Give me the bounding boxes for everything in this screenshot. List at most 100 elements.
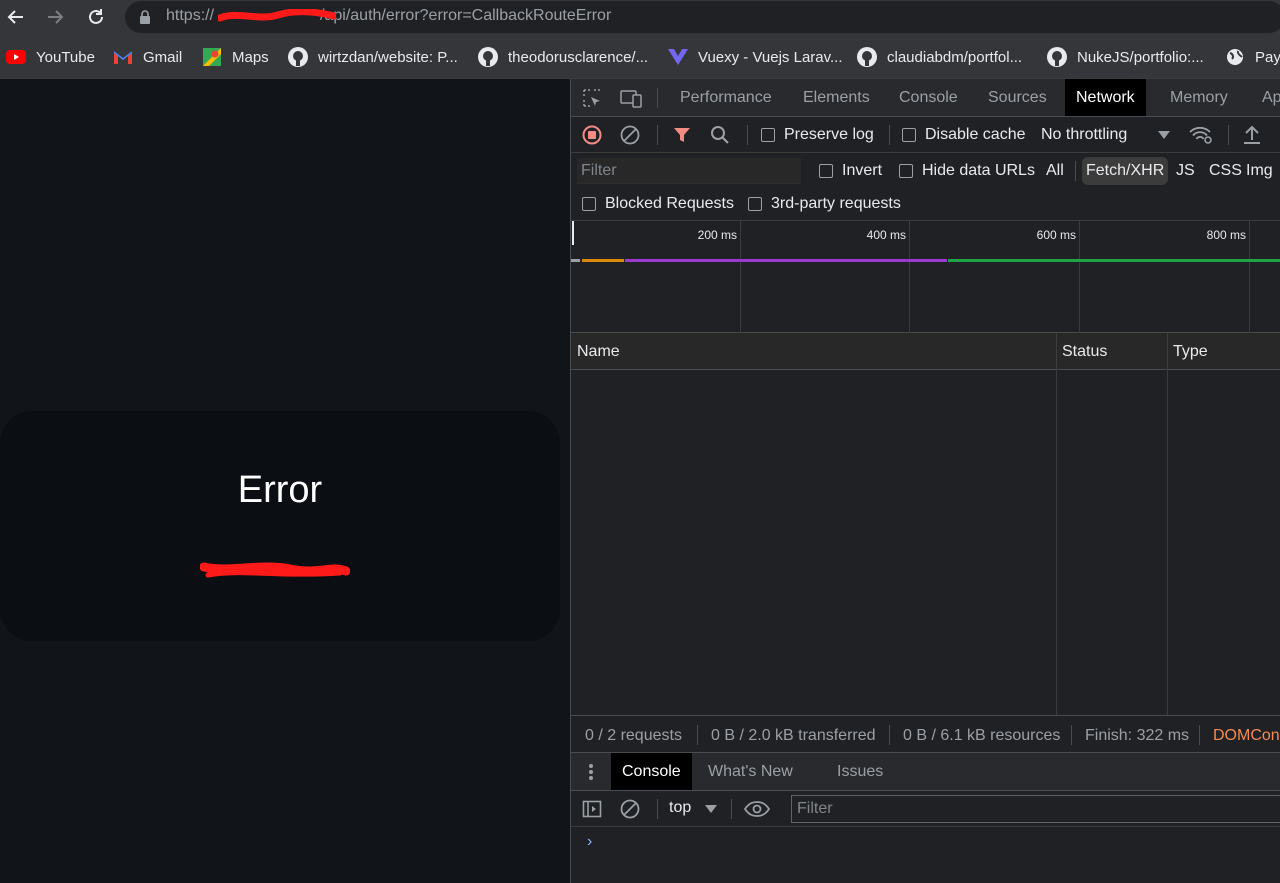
bookmark-theodorusclarence[interactable]: theodorusclarence/... [478,46,648,68]
separator [1075,161,1076,181]
import-har-button[interactable] [1241,124,1263,146]
forward-button[interactable] [43,5,67,29]
bookmark-label: YouTube [36,48,95,66]
separator [731,799,732,819]
checkbox-box[interactable] [761,128,775,142]
tab-performance[interactable]: Performance [669,79,783,116]
caret-down-icon[interactable] [1158,131,1170,139]
tab-network[interactable]: Network [1065,79,1146,116]
bookmark-vuexy[interactable]: Vuexy - Vuejs Larav... [668,46,843,68]
reload-button[interactable] [84,5,108,29]
invert-checkbox[interactable]: Invert [819,162,882,180]
third-party-requests-checkbox[interactable]: 3rd-party requests [748,195,901,213]
disable-cache-checkbox[interactable]: Disable cache [902,126,1026,144]
bookmark-nukejs[interactable]: NukeJS/portfolio:... [1047,46,1204,68]
console-filter-input[interactable] [791,795,1280,823]
devtools-panel: Performance Elements Console Sources Net… [570,79,1280,883]
type-filter-css[interactable]: CSS [1205,157,1246,185]
bookmark-maps[interactable]: Maps [202,46,269,68]
checkbox-label: Hide data URLs [922,162,1035,179]
youtube-icon [6,47,26,67]
bookmark-gmail[interactable]: Gmail [113,46,182,68]
bookmark-label: wirtzdan/website: P... [318,48,458,66]
bookmark-label: Vuexy - Vuejs Larav... [698,48,843,66]
type-filter-js[interactable]: JS [1172,157,1199,185]
console-prompt[interactable]: › [587,833,592,851]
drawer-tab-issues[interactable]: Issues [826,753,894,790]
checkbox-label: Invert [842,162,883,179]
throttling-value: No throttling [1041,126,1128,143]
type-filter-fetch-xhr[interactable]: Fetch/XHR [1082,157,1169,185]
drawer-tab-whats-new[interactable]: What's New [697,753,804,790]
checkbox-box[interactable] [582,197,596,211]
device-toolbar-button[interactable] [619,87,643,109]
bookmark-label: theodorusclarence/... [508,48,649,66]
checkbox-box[interactable] [748,197,762,211]
separator [889,725,890,745]
record-stop-icon [582,125,602,145]
drawer-tab-console[interactable]: Console [611,753,692,790]
record-button[interactable] [581,124,603,146]
bookmark-wirtzdan[interactable]: wirtzdan/website: P... [288,46,458,68]
bookmark-label: NukeJS/portfolio:... [1077,48,1204,66]
hide-data-urls-checkbox[interactable]: Hide data URLs [899,162,1035,180]
timeline-bar-green [948,259,1280,262]
bookmark-pay[interactable]: Pay [1225,46,1280,68]
column-divider[interactable] [1056,333,1057,715]
type-filter-img[interactable]: Img [1242,157,1277,185]
separator [697,725,698,745]
gmail-icon [113,47,133,67]
timeline-cursor[interactable] [572,221,574,245]
checkbox-label: Blocked Requests [605,195,734,212]
inspect-element-button[interactable] [581,87,603,109]
separator [1071,725,1072,745]
preserve-log-checkbox[interactable]: Preserve log [761,126,874,144]
bookmark-label: Pay [1255,48,1280,66]
redaction-mark [218,9,336,22]
caret-down-icon[interactable] [705,805,717,813]
filter-toggle-button[interactable] [671,124,693,146]
page-viewport: Error [0,79,570,883]
column-divider[interactable] [1167,333,1168,715]
type-filter-all[interactable]: All [1042,157,1068,185]
clear-button[interactable] [619,124,641,146]
separator [1228,125,1229,145]
lock-icon [140,10,150,24]
drawer-menu-button[interactable] [583,761,599,783]
network-overview[interactable]: 200 ms 400 ms 600 ms 800 ms [571,221,1280,333]
tab-elements[interactable]: Elements [792,79,881,116]
bookmark-claudiabdm[interactable]: claudiabdm/portfol... [857,46,1022,68]
network-conditions-button[interactable] [1188,124,1214,146]
live-expression-button[interactable] [743,798,771,820]
network-filter-input[interactable] [577,158,801,184]
tab-console[interactable]: Console [888,79,969,116]
console-sidebar-button[interactable] [581,798,603,820]
bookmark-youtube[interactable]: YouTube [6,46,95,68]
tab-application[interactable]: Ap [1251,79,1280,116]
drawer-tabbar: Console What's New Issues [571,753,1280,791]
network-filterbar: Invert Hide data URLs All Fetch/XHR JS C… [571,153,1280,221]
inspect-icon [583,89,600,107]
column-type[interactable]: Type [1167,333,1208,370]
checkbox-label: Disable cache [925,126,1026,143]
tick-line [909,221,910,333]
blocked-requests-checkbox[interactable]: Blocked Requests [582,195,734,213]
bookmark-label: Gmail [143,48,183,66]
tick-label: 200 ms [697,228,737,242]
clear-console-button[interactable] [619,798,641,820]
tab-memory[interactable]: Memory [1159,79,1239,116]
checkbox-box[interactable] [899,164,913,178]
tick-line [740,221,741,333]
throttling-select[interactable]: No throttling [1041,126,1127,144]
tab-sources[interactable]: Sources [977,79,1058,116]
arrow-left-icon [7,10,23,24]
clear-icon [620,799,640,819]
checkbox-box[interactable] [902,128,916,142]
column-status[interactable]: Status [1056,333,1107,370]
bookmark-label: claudiabdm/portfol... [887,48,1023,66]
column-name[interactable]: Name [571,333,620,370]
checkbox-box[interactable] [819,164,833,178]
search-button[interactable] [709,124,731,146]
context-selector[interactable]: top [669,799,691,817]
back-button[interactable] [4,5,28,29]
